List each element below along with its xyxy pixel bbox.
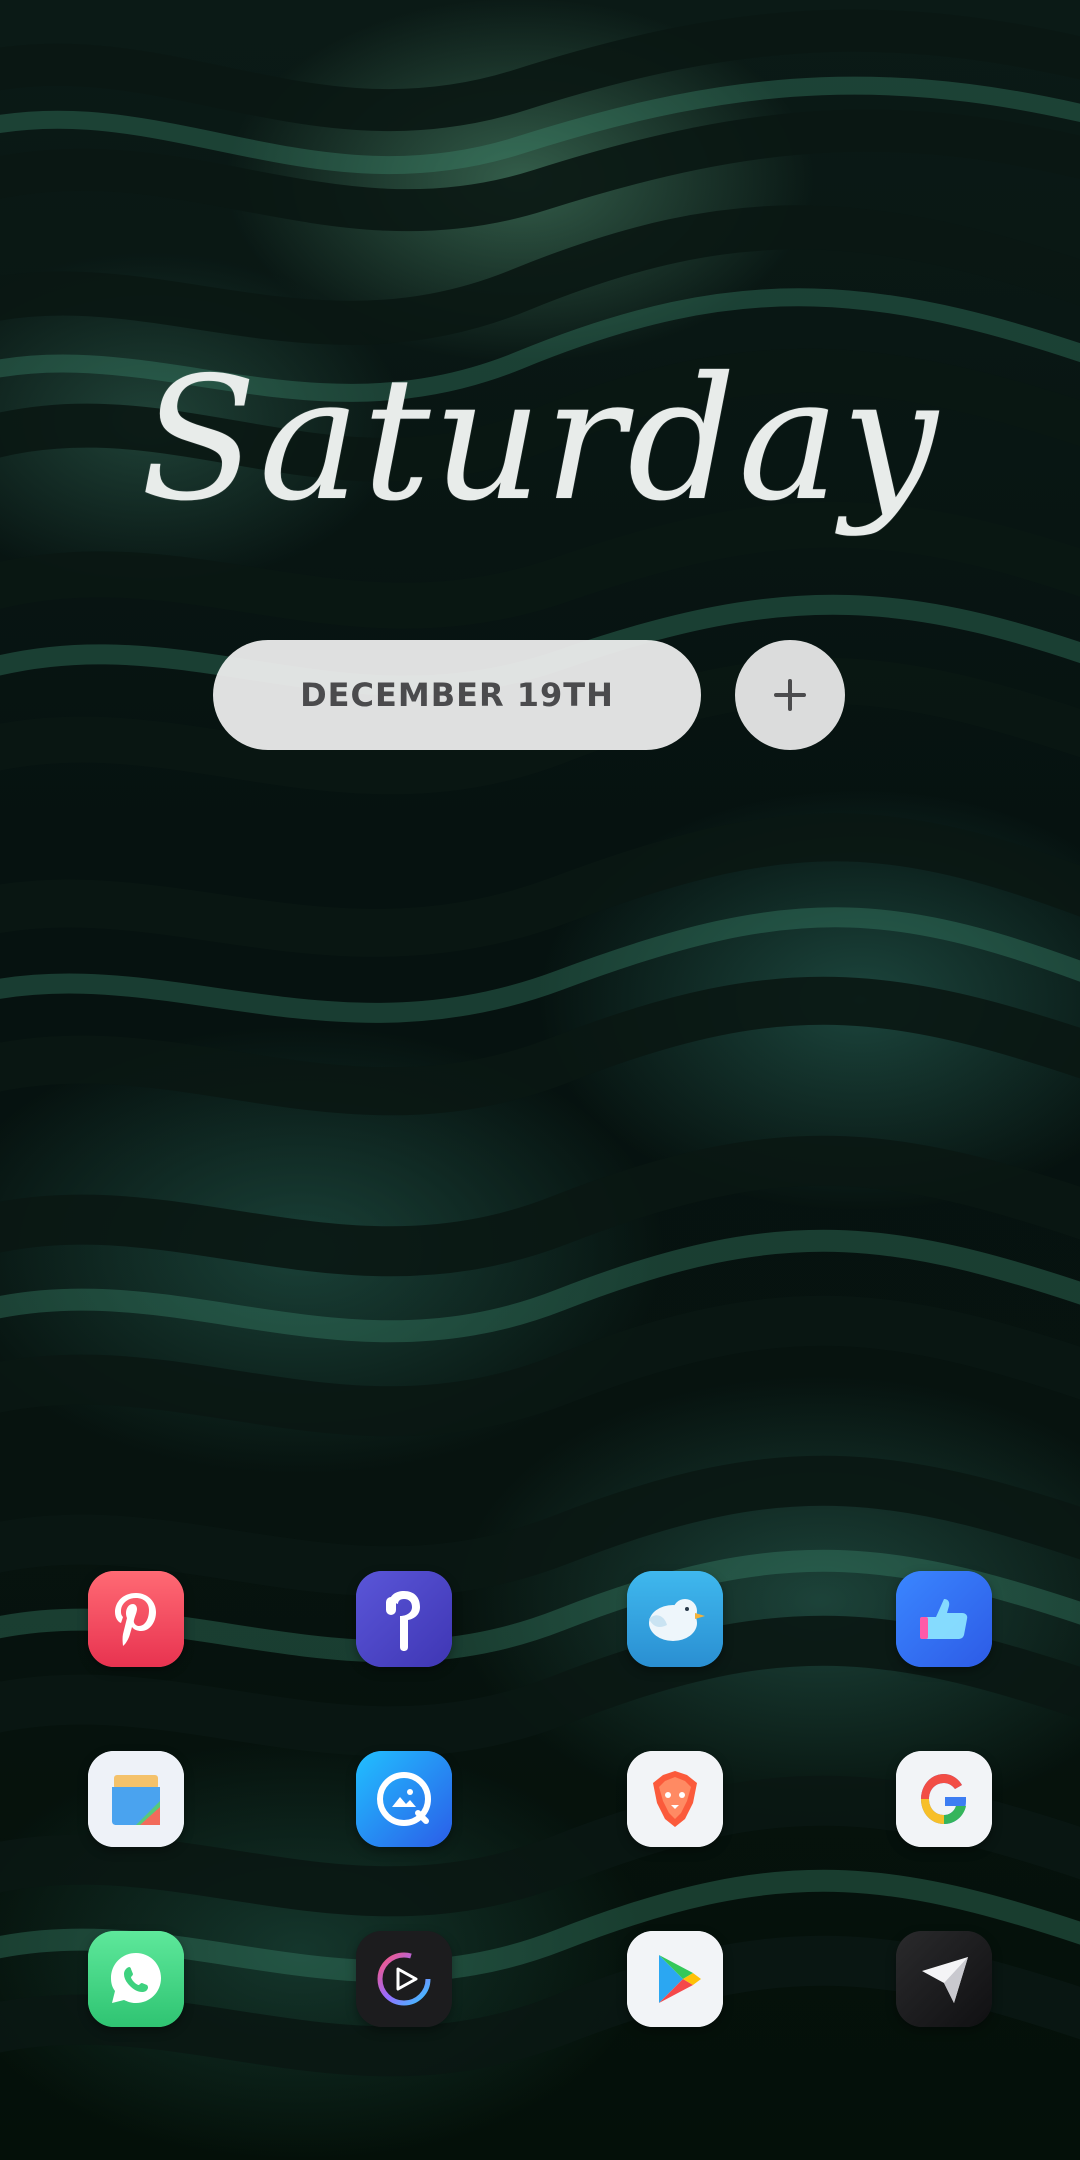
date-label: December 19th [300, 676, 614, 714]
bird-icon [627, 1571, 723, 1667]
app-bird[interactable] [627, 1571, 723, 1667]
google-g-icon [896, 1751, 992, 1847]
play-store-icon [627, 1931, 723, 2027]
app-media-player[interactable] [356, 1931, 452, 2027]
app-gallery[interactable] [356, 1751, 452, 1847]
files-icon [88, 1751, 184, 1847]
brave-lion-icon [627, 1751, 723, 1847]
app-files[interactable] [88, 1751, 184, 1847]
app-google[interactable] [896, 1751, 992, 1847]
pinterest-icon [88, 1571, 184, 1667]
plus-icon [774, 679, 806, 711]
app-brave[interactable] [627, 1751, 723, 1847]
add-button[interactable] [735, 640, 845, 750]
app-whatsapp[interactable] [88, 1931, 184, 2027]
earbuds-icon [356, 1571, 452, 1667]
app-pinterest[interactable] [88, 1571, 184, 1667]
gallery-icon [356, 1751, 452, 1847]
date-pill[interactable]: December 19th [213, 640, 701, 750]
whatsapp-icon [88, 1931, 184, 2027]
app-earbuds[interactable] [356, 1571, 452, 1667]
app-send[interactable] [896, 1931, 992, 2027]
app-play-store[interactable] [627, 1931, 723, 2027]
day-title: Saturday [140, 341, 940, 539]
paper-plane-icon [896, 1931, 992, 2027]
app-thumbs-up[interactable] [896, 1571, 992, 1667]
media-player-icon [356, 1931, 452, 2027]
thumbs-up-icon [896, 1571, 992, 1667]
